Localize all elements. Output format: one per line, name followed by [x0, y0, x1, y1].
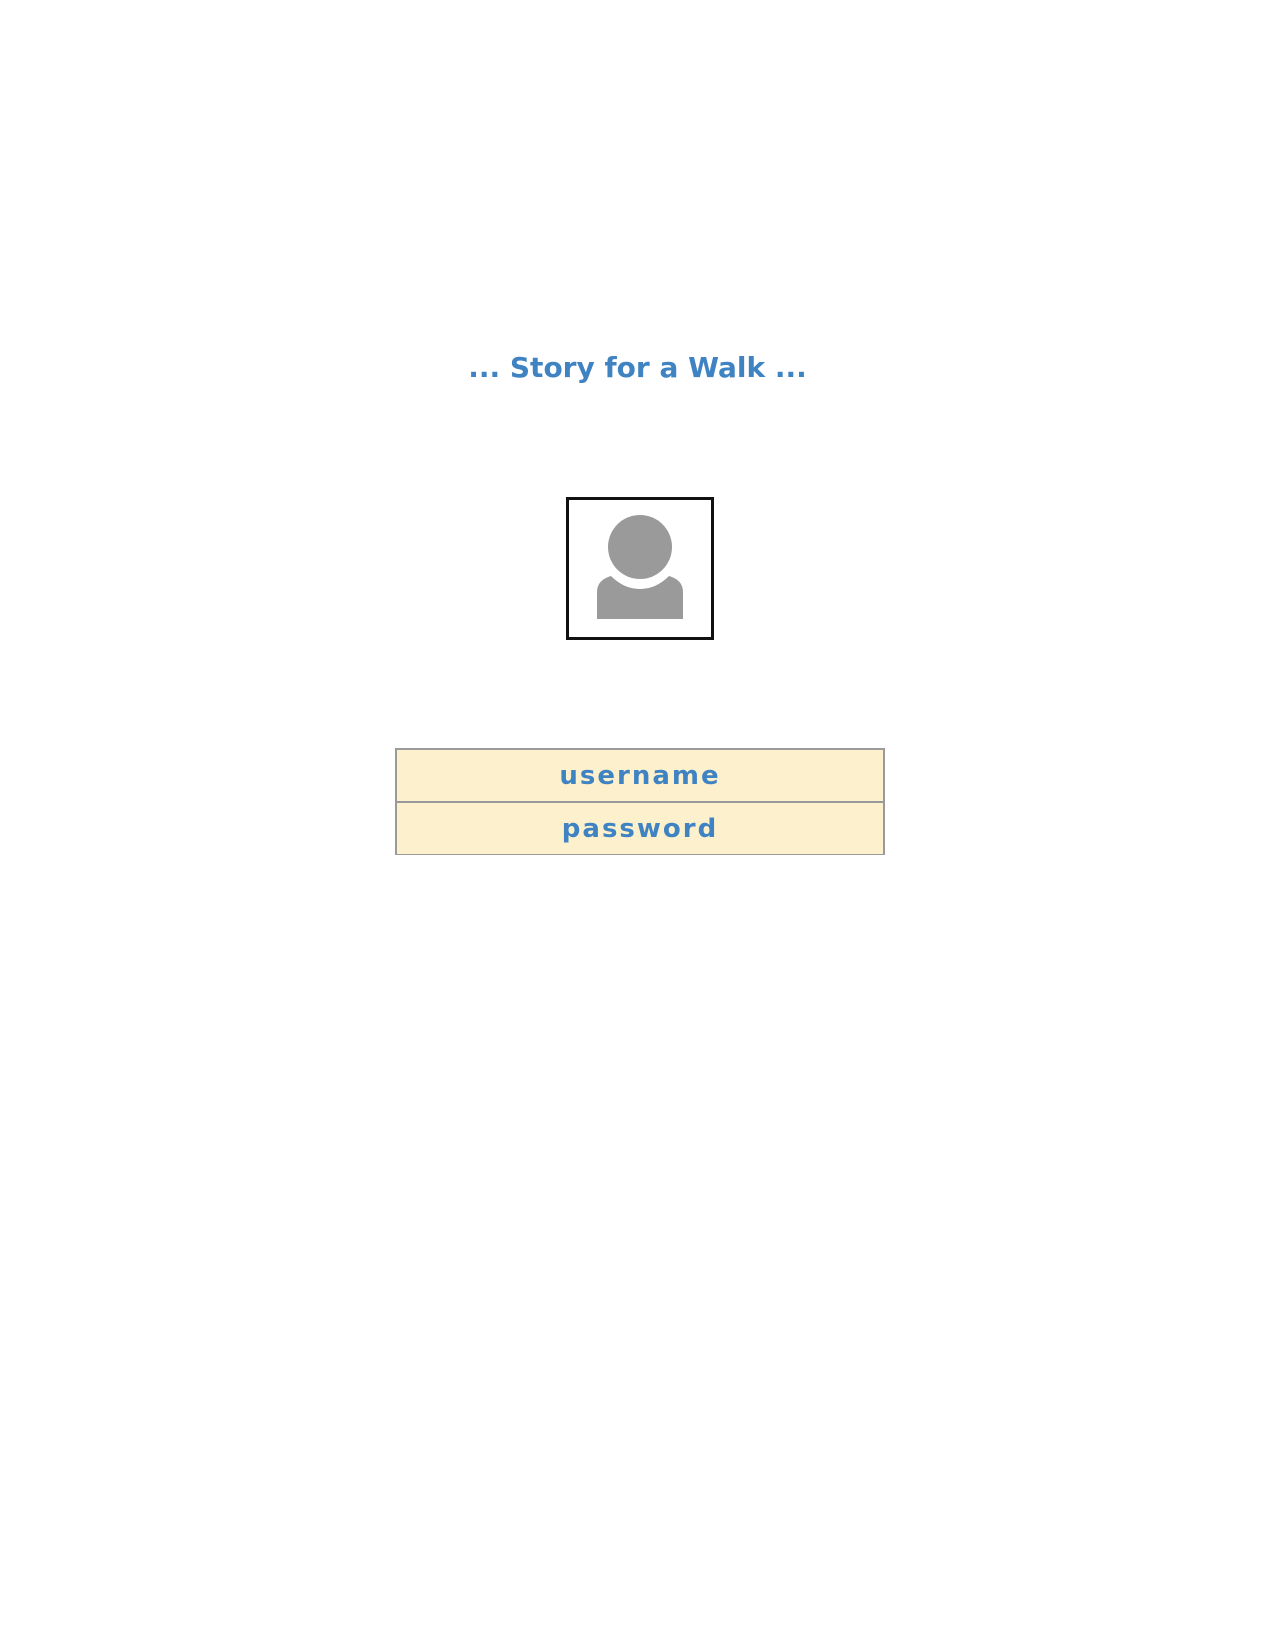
password-field[interactable] [397, 803, 883, 854]
user-silhouette-icon [597, 515, 683, 619]
app-title: ... Story for a Walk ... [468, 351, 807, 384]
avatar[interactable] [566, 497, 714, 640]
username-field[interactable] [397, 750, 883, 801]
login-form [395, 748, 885, 855]
